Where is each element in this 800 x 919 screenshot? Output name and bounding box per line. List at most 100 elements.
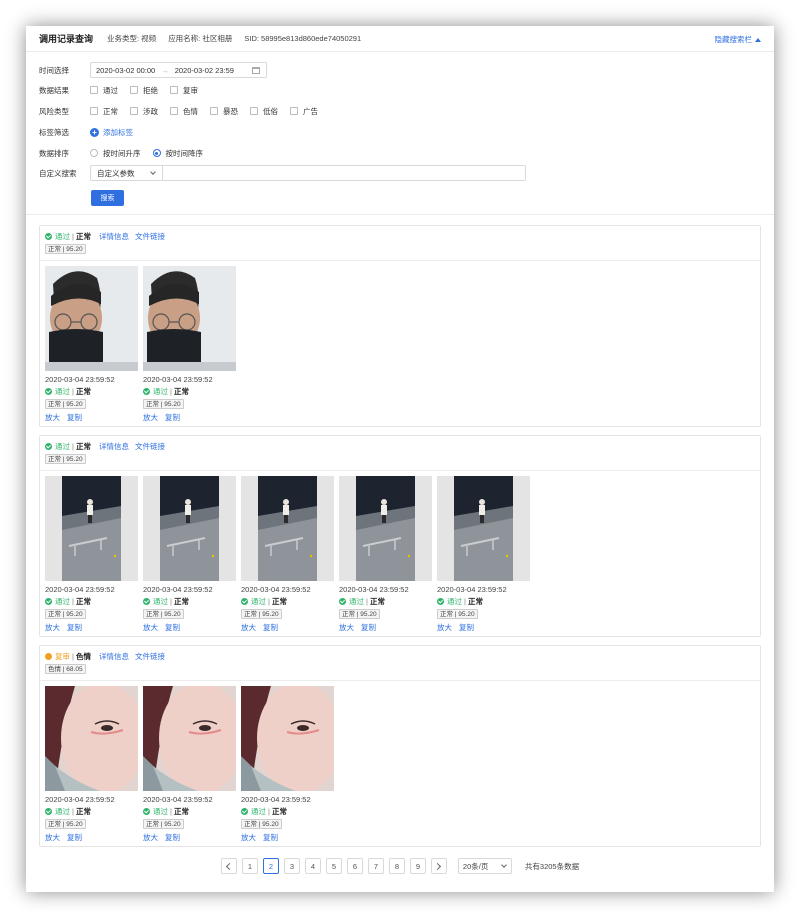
frame-thumbnail[interactable] <box>45 686 138 791</box>
risk-option-violence[interactable]: 暴恐 <box>210 106 238 117</box>
separator: | <box>170 807 172 816</box>
page-2-button[interactable]: 2 <box>262 858 279 874</box>
checkbox[interactable] <box>170 107 178 115</box>
checkbox[interactable] <box>250 107 258 115</box>
custom-search-input[interactable] <box>163 166 525 180</box>
zoom-link[interactable]: 放大 <box>143 622 158 633</box>
risk-option-vulgar[interactable]: 低俗 <box>250 106 278 117</box>
zoom-link[interactable]: 放大 <box>241 832 256 843</box>
category-label: 正常 <box>75 441 91 451</box>
copy-link[interactable]: 复制 <box>263 622 278 633</box>
sort-desc-radio[interactable]: 按时间降序 <box>152 148 203 159</box>
add-tag-button[interactable]: + 添加标签 <box>90 127 133 138</box>
prev-page-button[interactable] <box>220 858 237 874</box>
category-label: 正常 <box>75 807 91 816</box>
date-range-picker[interactable]: 2020-03-02 00:00 → 2020-03-02 23:59 <box>90 62 267 78</box>
page-4-button[interactable]: 4 <box>304 858 321 874</box>
zoom-link[interactable]: 放大 <box>45 622 60 633</box>
status-label: 通过 <box>447 597 462 606</box>
zoom-link[interactable]: 放大 <box>45 412 60 423</box>
arrow-right-icon: → <box>161 65 169 75</box>
page-9-button[interactable]: 9 <box>409 858 426 874</box>
frame-thumbnail[interactable] <box>241 476 334 581</box>
search-button[interactable]: 搜索 <box>91 190 124 206</box>
copy-link[interactable]: 复制 <box>165 622 180 633</box>
frame-thumbnail[interactable] <box>45 476 138 581</box>
time-filter-row: 时间选择 2020-03-02 00:00 → 2020-03-02 23:59 <box>39 62 267 78</box>
result-option-reject[interactable]: 拒绝 <box>130 85 158 96</box>
sort-asc-radio[interactable]: 按时间升序 <box>90 148 141 159</box>
skatepark-photo <box>45 476 138 581</box>
page-3-button[interactable]: 3 <box>283 858 300 874</box>
record-tag: 正常 | 95.20 <box>45 244 86 254</box>
category-label: 正常 <box>467 597 483 606</box>
details-link[interactable]: 详情信息 <box>99 651 129 662</box>
page-5-button[interactable]: 5 <box>325 858 342 874</box>
page-6-button[interactable]: 6 <box>346 858 363 874</box>
result-option-review[interactable]: 复审 <box>170 85 198 96</box>
date-end: 2020-03-02 23:59 <box>174 65 234 75</box>
radio-checked[interactable] <box>152 149 161 157</box>
zoom-link[interactable]: 放大 <box>339 622 354 633</box>
zoom-link[interactable]: 放大 <box>241 622 256 633</box>
details-link[interactable]: 详情信息 <box>99 441 129 452</box>
copy-link[interactable]: 复制 <box>165 412 180 423</box>
radio[interactable] <box>90 149 98 157</box>
custom-param-select[interactable]: 自定义参数 <box>91 166 163 180</box>
checkbox[interactable] <box>290 107 298 115</box>
category-label: 正常 <box>173 807 189 816</box>
file-link[interactable]: 文件链接 <box>135 441 165 452</box>
details-link[interactable]: 详情信息 <box>99 231 129 242</box>
frame-status: 通过 | 正常 <box>143 807 236 816</box>
zoom-link[interactable]: 放大 <box>143 412 158 423</box>
risk-option-politics[interactable]: 涉政 <box>130 106 158 117</box>
frame-item: 2020-03-04 23:59:52 通过 | 正常 正常 | 95.20 放大 复制 <box>241 476 334 633</box>
sid-label: SID: 58995e813d860ede74050291 <box>244 34 362 43</box>
risk-option-ad[interactable]: 广告 <box>290 106 318 117</box>
status-label: 通过 <box>153 807 168 816</box>
risk-option-porn[interactable]: 色情 <box>170 106 198 117</box>
plus-icon: + <box>90 127 99 137</box>
risk-option-normal[interactable]: 正常 <box>90 106 118 117</box>
copy-link[interactable]: 复制 <box>361 622 376 633</box>
frame-item: 2020-03-04 23:59:52 通过 | 正常 正常 | 95.20 放大 复制 <box>45 476 138 633</box>
file-link[interactable]: 文件链接 <box>135 231 165 242</box>
page-7-button[interactable]: 7 <box>367 858 384 874</box>
page-1-button[interactable]: 1 <box>241 858 258 874</box>
file-link[interactable]: 文件链接 <box>135 651 165 662</box>
zoom-link[interactable]: 放大 <box>45 832 60 843</box>
frame-thumbnail[interactable] <box>437 476 530 581</box>
frame-list: 2020-03-04 23:59:52 通过 | 正常 正常 | 95.20 放大 复制 20… <box>40 681 760 843</box>
frame-thumbnail[interactable] <box>143 476 236 581</box>
checkbox[interactable] <box>130 86 138 94</box>
next-page-button[interactable] <box>430 858 447 874</box>
frame-thumbnail[interactable] <box>45 266 138 371</box>
copy-link[interactable]: 复制 <box>67 412 82 423</box>
frame-thumbnail[interactable] <box>339 476 432 581</box>
copy-link[interactable]: 复制 <box>459 622 474 633</box>
copy-link[interactable]: 复制 <box>67 832 82 843</box>
copy-link[interactable]: 复制 <box>165 832 180 843</box>
custom-search-label: 自定义搜索 <box>39 168 77 178</box>
copy-link[interactable]: 复制 <box>263 832 278 843</box>
checkbox[interactable] <box>90 107 98 115</box>
checkbox[interactable] <box>210 107 218 115</box>
copy-link[interactable]: 复制 <box>67 622 82 633</box>
check-circle-icon <box>143 808 150 815</box>
page-8-button[interactable]: 8 <box>388 858 405 874</box>
checkbox[interactable] <box>90 86 98 94</box>
checkbox[interactable] <box>170 86 178 94</box>
frame-thumbnail[interactable] <box>143 266 236 371</box>
hide-search-toggle[interactable]: 隐藏搜索栏 <box>715 34 761 45</box>
frame-thumbnail[interactable] <box>143 686 236 791</box>
result-option-pass[interactable]: 通过 <box>90 85 118 96</box>
skatepark-photo <box>437 476 530 581</box>
result-filter-row: 数据结果 通过 拒绝 复审 <box>39 82 210 98</box>
page-size-select[interactable]: 20条/页 <box>457 858 512 874</box>
zoom-link[interactable]: 放大 <box>143 832 158 843</box>
skatepark-photo <box>143 476 236 581</box>
record-header: 通过 | 正常 详情信息 文件链接 正常 | 95.20 <box>40 226 760 261</box>
checkbox[interactable] <box>130 107 138 115</box>
frame-thumbnail[interactable] <box>241 686 334 791</box>
zoom-link[interactable]: 放大 <box>437 622 452 633</box>
